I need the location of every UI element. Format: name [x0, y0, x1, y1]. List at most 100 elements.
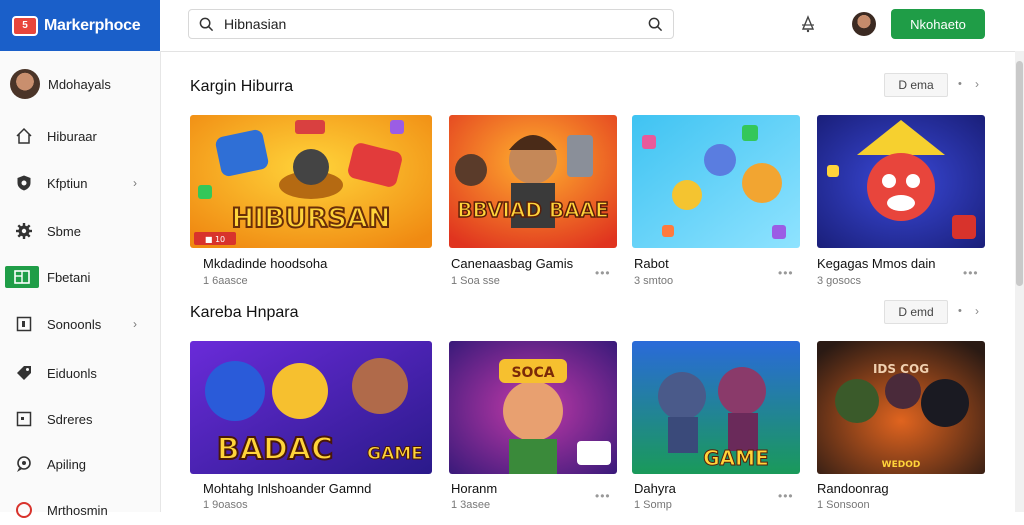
square-icon	[14, 409, 34, 429]
sidebar-item-more[interactable]: Mrthosmin	[0, 495, 160, 525]
section-more-button[interactable]: D ema	[884, 73, 948, 97]
game-card[interactable]: Rabot 3 smtoo •••	[632, 115, 800, 295]
sidebar-avatar	[10, 69, 40, 99]
sidebar-item-stores[interactable]: Sdreres	[0, 404, 160, 434]
store-icon	[5, 266, 39, 288]
game-card[interactable]: GAME Dahyra 1 Somp •••	[632, 341, 800, 512]
sidebar-item-label: Kfptiun	[47, 175, 88, 191]
card-meta: 1 Soa sse	[451, 275, 500, 287]
sidebar-item-label: Eiduonls	[47, 365, 97, 381]
top-bar: Nkohaeto	[160, 0, 1024, 52]
tag-icon	[14, 363, 34, 383]
game-thumbnail[interactable]: HIBURSAN ■ 10	[190, 115, 432, 248]
sidebar-user[interactable]: Mdohayals	[10, 69, 111, 99]
chat-icon	[14, 454, 34, 474]
sidebar-item-label: Apiling	[47, 456, 87, 472]
sidebar-item-store[interactable]: Fbetani	[0, 262, 160, 292]
card-meta: 1 Somp	[634, 499, 672, 511]
sidebar-item-label: Sonoonls	[47, 316, 102, 332]
sidebar-item-label: Sdreres	[47, 411, 93, 427]
home-icon	[14, 126, 34, 146]
game-card[interactable]: BBVIAD BAAE Canenaasbag Gamis 1 Soa sse …	[449, 115, 617, 295]
grid-icon	[14, 314, 34, 334]
sidebar-item-home[interactable]: Hiburaar	[0, 121, 160, 151]
more-options-icon[interactable]: •••	[595, 489, 611, 503]
thumbnail-text: BBVIAD BAAE	[457, 198, 609, 222]
circle-icon	[14, 500, 34, 520]
gear-icon	[14, 221, 34, 241]
game-thumbnail[interactable]: GAME	[632, 341, 800, 474]
shield-icon	[14, 173, 34, 193]
card-title[interactable]: Dahyra	[634, 481, 676, 496]
sidebar-item-sections[interactable]: Sonoonls ›	[0, 309, 160, 339]
sidebar-item-label: Fbetani	[47, 269, 91, 285]
thumbnail-text: GAME	[703, 446, 768, 470]
sidebar-item-settings[interactable]: Sbme	[0, 216, 160, 246]
game-card[interactable]: SOCA Horanm 1 3asee •••	[449, 341, 617, 512]
more-options-icon[interactable]: •••	[778, 489, 794, 503]
thumbnail-text: BADAC	[217, 432, 333, 467]
section-next-button[interactable]: ›	[975, 77, 979, 91]
card-title[interactable]: Mohtahg Inlshoander Gamnd	[203, 481, 371, 496]
game-card[interactable]: Kegagas Mmos dain 3 gosocs •••	[817, 115, 985, 295]
game-card[interactable]: BADAC GAME Mohtahg Inlshoander Gamnd 1 9…	[190, 341, 432, 512]
section-next-button[interactable]: ›	[975, 304, 979, 318]
card-meta: 3 gosocs	[817, 275, 862, 287]
card-meta: 1 6aasce	[203, 275, 248, 287]
game-card[interactable]: IDS COG WEDOD Randoonrag 1 Sonsoon	[817, 341, 985, 512]
thumbnail-badge: ■ 10	[205, 235, 225, 244]
more-options-icon[interactable]: •••	[963, 266, 979, 280]
game-thumbnail[interactable]	[817, 115, 985, 248]
sidebar-item-label: Hiburaar	[47, 128, 97, 144]
thumbnail-text-secondary: WEDOD	[882, 460, 921, 470]
search-submit-icon[interactable]	[648, 17, 663, 32]
sidebar-item-label: Mrthosmin	[47, 502, 108, 518]
scrollbar[interactable]	[1015, 51, 1024, 512]
search-input[interactable]	[222, 15, 640, 33]
sidebar-user-name: Mdohayals	[48, 76, 111, 92]
brand-header[interactable]: 5 Markerphoce	[0, 0, 160, 51]
search-box[interactable]	[188, 9, 674, 39]
scrollbar-thumb[interactable]	[1016, 61, 1023, 286]
sidebar-item-tags[interactable]: Eiduonls	[0, 358, 160, 388]
section-title: Kareba Hnpara	[190, 304, 299, 321]
card-title[interactable]: Kegagas Mmos dain	[817, 256, 936, 271]
app-logo-icon: 5	[12, 15, 38, 36]
sidebar-item-label: Sbme	[47, 223, 81, 239]
game-thumbnail[interactable]	[632, 115, 800, 248]
sidebar: Mdohayals Hiburaar Kfptiun › Sbme Fbetan…	[0, 51, 161, 518]
thumbnail-text-secondary: GAME	[367, 444, 423, 464]
card-title[interactable]: Horanm	[451, 481, 497, 496]
thumbnail-text: IDS COG	[873, 362, 929, 376]
game-thumbnail[interactable]: IDS COG WEDOD	[817, 341, 985, 474]
card-title[interactable]: Randoonrag	[817, 481, 889, 496]
card-title[interactable]: Mkdadinde hoodsoha	[203, 256, 327, 271]
more-options-icon[interactable]: •••	[595, 266, 611, 280]
card-title[interactable]: Canenaasbag Gamis	[451, 256, 573, 271]
section-dot: •	[958, 78, 962, 90]
main-content: Kargin Hiburra D ema • › HIBURSAN ■ 10 M…	[160, 51, 1024, 512]
card-meta: 1 9oasos	[203, 499, 248, 511]
thumbnail-text: HIBURSAN	[232, 203, 391, 234]
game-thumbnail[interactable]: BADAC GAME	[190, 341, 432, 474]
search-icon[interactable]	[199, 17, 214, 32]
thumbnail-text: SOCA	[511, 365, 554, 381]
game-thumbnail[interactable]: BBVIAD BAAE	[449, 115, 617, 248]
notification-icon[interactable]	[797, 13, 819, 35]
card-meta: 3 smtoo	[634, 275, 674, 287]
section-title: Kargin Hiburra	[190, 78, 294, 95]
primary-cta-button[interactable]: Nkohaeto	[891, 9, 985, 39]
more-options-icon[interactable]: •••	[778, 266, 794, 280]
game-card[interactable]: HIBURSAN ■ 10 Mkdadinde hoodsoha 1 6aasc…	[190, 115, 432, 295]
game-thumbnail[interactable]: SOCA	[449, 341, 617, 474]
sidebar-item-security[interactable]: Kfptiun ›	[0, 168, 160, 198]
card-meta: 1 3asee	[451, 499, 491, 511]
section-dot: •	[958, 305, 962, 317]
card-meta: 1 Sonsoon	[817, 499, 870, 511]
section-more-button[interactable]: D emd	[884, 300, 948, 324]
user-avatar[interactable]	[852, 12, 876, 36]
card-title[interactable]: Rabot	[634, 256, 669, 271]
chevron-right-icon: ›	[133, 317, 137, 331]
app-name: Markerphoce	[44, 16, 141, 34]
sidebar-item-chat[interactable]: Apiling	[0, 449, 160, 479]
